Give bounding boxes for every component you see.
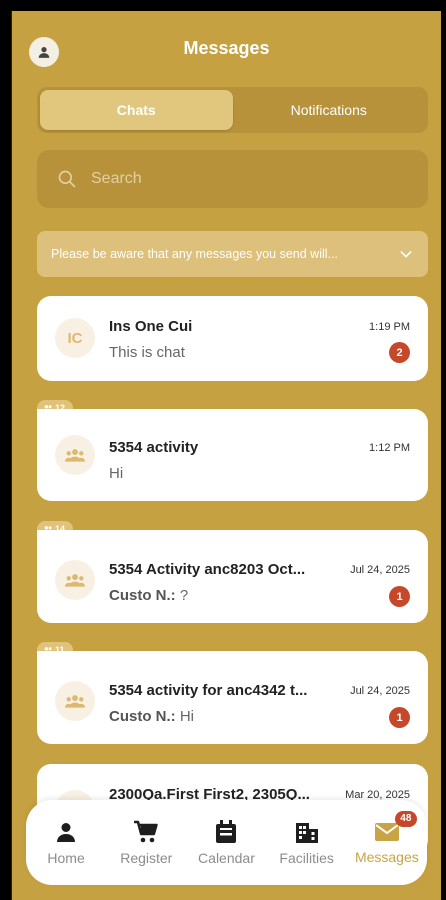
search-input[interactable] bbox=[91, 170, 411, 188]
group-avatar bbox=[55, 435, 95, 475]
chat-item[interactable]: IC Ins One Cui This is chat 1:19 PM 2 bbox=[37, 296, 428, 381]
chevron-down-icon[interactable] bbox=[398, 246, 414, 262]
chat-preview: Hi bbox=[109, 465, 124, 482]
nav-label: Facilities bbox=[279, 849, 334, 866]
tab-notifications[interactable]: Notifications bbox=[233, 90, 426, 130]
chat-name: Ins One Cui bbox=[109, 318, 193, 335]
bottom-nav: Home Register Calendar Facilities 48 Mes… bbox=[26, 800, 427, 885]
nav-home[interactable]: Home bbox=[30, 820, 102, 866]
chat-preview: This is chat bbox=[109, 344, 185, 361]
chat-item[interactable]: 5354 activity for anc4342 t... Custo N.:… bbox=[37, 651, 428, 744]
tab-bar: Chats Notifications bbox=[37, 87, 428, 133]
chat-time: Jul 24, 2025 bbox=[350, 564, 410, 576]
calendar-icon bbox=[216, 819, 237, 843]
unread-badge: 1 bbox=[389, 586, 410, 607]
chat-time: 1:12 PM bbox=[369, 442, 410, 454]
search-icon bbox=[58, 170, 76, 188]
chat-avatar: IC bbox=[55, 318, 95, 358]
chat-item[interactable]: 5354 Activity anc8203 Oct... Custo N.: ?… bbox=[37, 530, 428, 623]
sender-name: Custo N.: bbox=[109, 587, 176, 604]
chat-name: 5354 activity bbox=[109, 439, 199, 456]
nav-label: Messages bbox=[354, 848, 419, 865]
nav-messages[interactable]: 48 Messages bbox=[351, 810, 423, 865]
message-text: ? bbox=[179, 587, 189, 604]
page-title: Messages bbox=[183, 38, 270, 58]
unread-badge: 1 bbox=[389, 707, 410, 728]
nav-label: Register bbox=[120, 849, 173, 866]
nav-label: Home bbox=[47, 849, 85, 866]
notice-text: Please be aware that any messages you se… bbox=[51, 247, 338, 261]
nav-register[interactable]: Register bbox=[110, 820, 182, 866]
notice-banner[interactable]: Please be aware that any messages you se… bbox=[37, 231, 428, 277]
chat-preview: Custo N.: Hi bbox=[109, 708, 194, 725]
nav-facilities[interactable]: Facilities bbox=[271, 820, 343, 866]
sender-name: Custo N.: bbox=[109, 708, 176, 725]
messages-screen: Messages Chats Notifications Please be a… bbox=[11, 11, 441, 900]
group-icon bbox=[65, 695, 85, 708]
person-icon bbox=[57, 822, 76, 842]
message-text: Hi bbox=[179, 708, 195, 725]
group-icon bbox=[65, 574, 85, 587]
group-avatar bbox=[55, 681, 95, 721]
chat-time: Jul 24, 2025 bbox=[350, 685, 410, 697]
chat-time: 1:19 PM bbox=[369, 321, 410, 333]
chat-name: 5354 Activity anc8203 Oct... bbox=[109, 561, 306, 578]
chat-name: 5354 activity for anc4342 t... bbox=[109, 682, 308, 699]
tab-chats[interactable]: Chats bbox=[40, 90, 233, 130]
group-icon bbox=[65, 449, 85, 462]
notification-badge: 48 bbox=[394, 810, 417, 827]
search-bar[interactable] bbox=[37, 150, 428, 208]
cart-icon bbox=[134, 820, 158, 842]
nav-calendar[interactable]: Calendar bbox=[190, 819, 262, 866]
chat-item[interactable]: 5354 activity Hi 1:12 PM bbox=[37, 409, 428, 501]
unread-badge: 2 bbox=[389, 342, 410, 363]
header: Messages bbox=[12, 11, 441, 85]
group-avatar bbox=[55, 560, 95, 600]
building-icon bbox=[295, 822, 318, 843]
nav-label: Calendar bbox=[198, 849, 255, 866]
chat-preview: Custo N.: ? bbox=[109, 587, 188, 604]
